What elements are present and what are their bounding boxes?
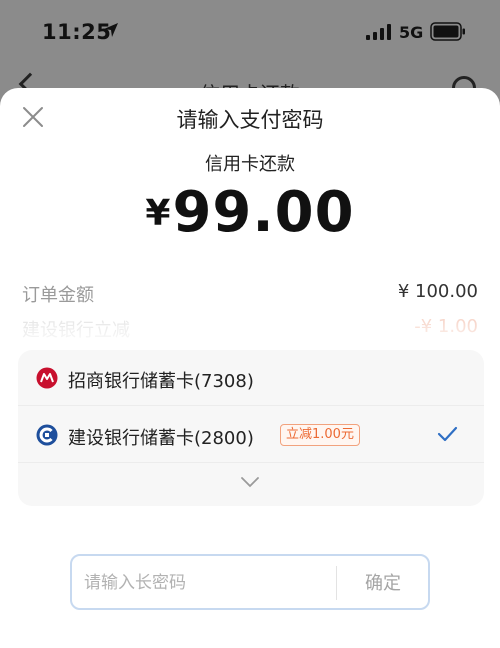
password-input[interactable] — [84, 566, 324, 600]
card-option-ccb[interactable]: 建设银行储蓄卡(2800) 立减1.00元 — [18, 407, 484, 463]
location-arrow-icon — [104, 23, 118, 37]
payment-amount: ¥99.00 — [0, 180, 500, 245]
network-type-label: 5G — [399, 23, 424, 42]
card-name: 建设银行储蓄卡(2800) — [68, 428, 254, 449]
status-bar: 11:25 5G — [0, 0, 500, 62]
sheet-title: 请输入支付密码 — [176, 108, 324, 132]
discount-label: 建设银行立减 — [22, 320, 130, 341]
payment-password-sheet: 请输入支付密码 信用卡还款 ¥99.00 订单金额 ¥ 100.00 建设银行立… — [0, 88, 500, 648]
amount-value: 99.00 — [172, 180, 355, 245]
chevron-down-icon[interactable] — [240, 476, 260, 488]
ccb-logo-icon — [36, 424, 58, 446]
payment-subject: 信用卡还款 — [205, 154, 295, 175]
signal-icon — [366, 24, 391, 40]
battery-icon — [430, 22, 465, 41]
order-amount-label: 订单金额 — [22, 285, 94, 306]
discount-value: -¥ 1.00 — [414, 316, 478, 337]
password-entry: 确定 — [70, 554, 430, 610]
card-option-cmb[interactable]: 招商银行储蓄卡(7308) — [18, 350, 484, 406]
payment-card-list: 招商银行储蓄卡(7308) 建设银行储蓄卡(2800) 立减1.00元 — [18, 350, 484, 506]
discount-badge: 立减1.00元 — [280, 424, 360, 446]
confirm-button[interactable]: 确定 — [338, 556, 428, 608]
checkmark-icon — [437, 426, 458, 442]
divider — [336, 566, 337, 600]
status-time: 11:25 — [42, 20, 112, 44]
card-name: 招商银行储蓄卡(7308) — [68, 371, 254, 392]
order-amount-value: ¥ 100.00 — [397, 281, 478, 302]
currency-symbol: ¥ — [145, 193, 171, 234]
cmb-logo-icon — [36, 367, 58, 389]
